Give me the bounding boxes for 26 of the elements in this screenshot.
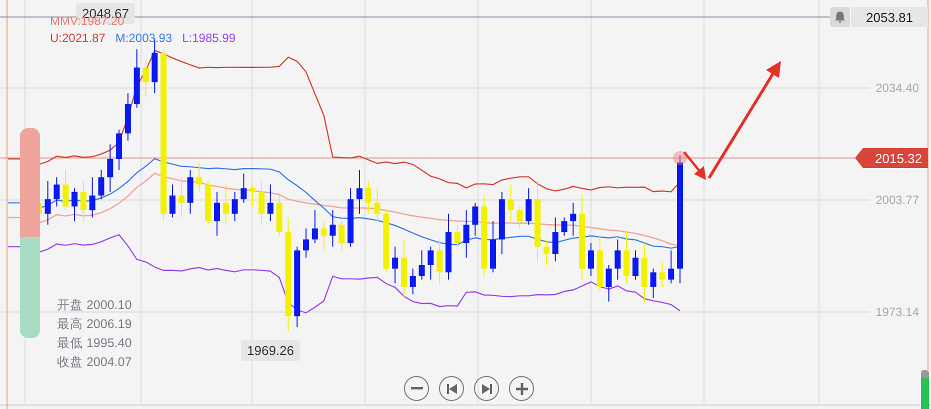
middle-indicator-value: M:2003.93 — [115, 31, 172, 45]
bell-icon — [833, 10, 847, 24]
price-glow-dot — [673, 151, 687, 165]
upper-indicator-value: U:2021.87 — [50, 31, 106, 45]
alert-price-label: 2053.81 — [851, 7, 928, 27]
zoom-out-button[interactable] — [404, 376, 429, 401]
next-button[interactable] — [474, 376, 499, 401]
alert-button[interactable] — [830, 7, 850, 27]
ohlc-row: 最高 2006.19 — [57, 316, 132, 333]
ohlc-row: 最低 1995.40 — [57, 335, 132, 352]
skip-back-icon — [446, 384, 456, 394]
minus-icon — [410, 387, 422, 390]
ohlc-row: 收盘 2004.07 — [57, 354, 132, 371]
previous-button[interactable] — [439, 376, 464, 401]
zoom-in-button[interactable] — [509, 376, 534, 401]
current-price-tag: 2015.32 — [855, 148, 928, 168]
plus-icon — [516, 382, 528, 394]
lower-indicator-value: L:1985.99 — [182, 31, 236, 45]
price-axis-label: 2003.77 — [876, 193, 919, 207]
price-axis-label: 1973.14 — [876, 305, 919, 319]
low-price-label: 1969.26 — [241, 340, 300, 361]
ohlc-row: 开盘 2000.10 — [57, 297, 132, 314]
scroll-handle[interactable] — [921, 370, 929, 409]
arrow — [683, 151, 706, 180]
price-axis-label: 2034.40 — [876, 81, 919, 95]
skip-forward-icon — [482, 384, 492, 394]
